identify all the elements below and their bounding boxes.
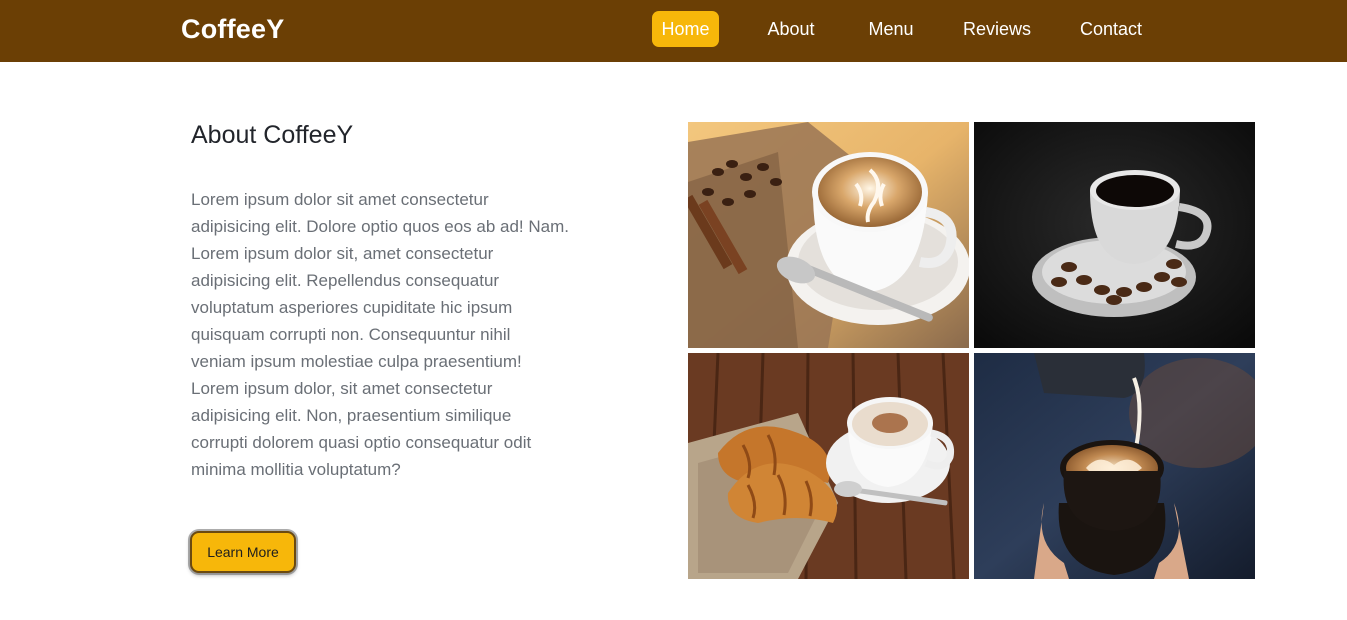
croissant-cappuccino-photo [688,353,969,579]
nav-link-reviews[interactable]: Reviews [955,11,1039,47]
latte-art-cup-photo [688,122,969,348]
nav-link-contact[interactable]: Contact [1069,11,1153,47]
about-title: About CoffeeY [191,121,354,149]
nav-link-menu[interactable]: Menu [857,11,925,47]
learn-more-button[interactable]: Learn More [190,531,296,573]
about-description: Lorem ipsum dolor sit amet consectetur a… [191,190,569,479]
navbar: CoffeeY Home About Menu Reviews Contact [0,0,1347,62]
photo-gallery [688,122,1255,579]
black-coffee-beans-photo [974,122,1255,348]
nav-link-home[interactable]: Home [652,11,719,47]
milk-pour-latte-photo [974,353,1255,579]
nav-link-about[interactable]: About [755,11,827,47]
main-nav: Home About Menu Reviews Contact [0,0,1347,62]
